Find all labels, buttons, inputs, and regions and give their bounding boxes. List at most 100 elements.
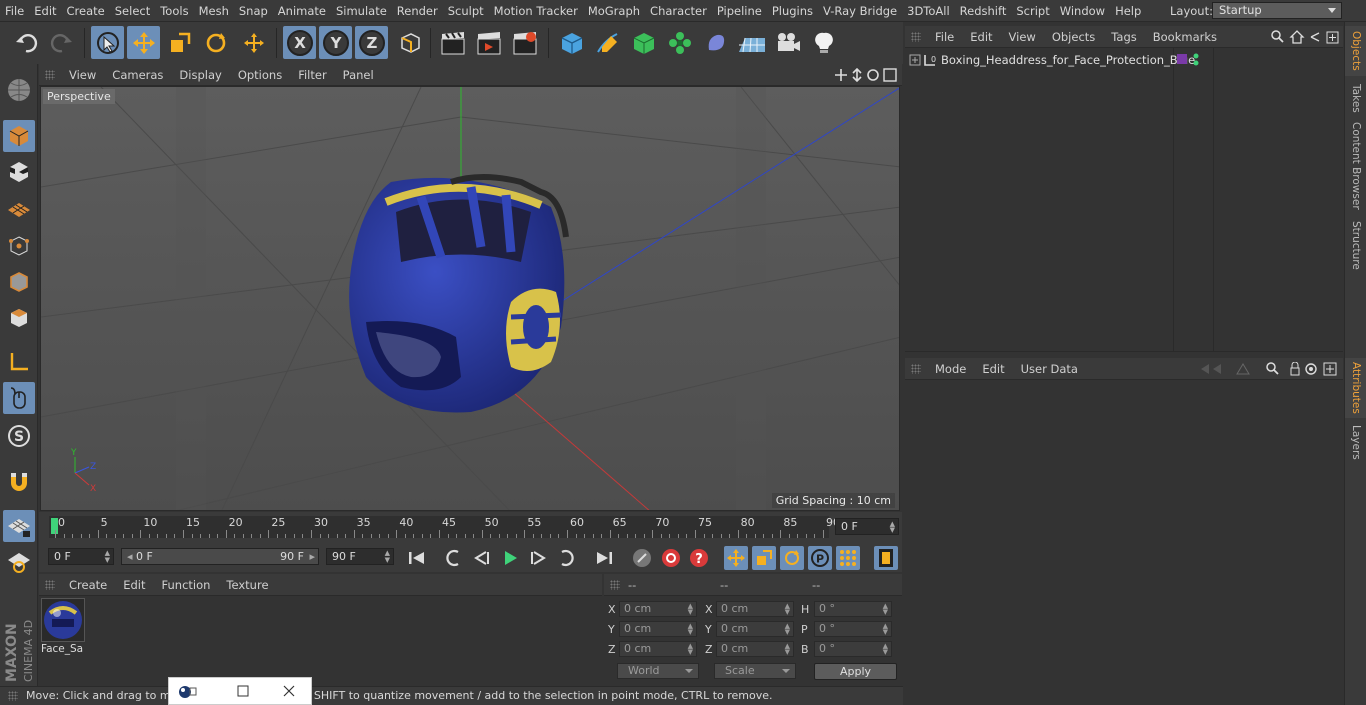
lock-z-axis-button[interactable]: Z [355,26,388,59]
viewport-menu-options[interactable]: Options [230,64,290,86]
redo-button[interactable] [44,26,77,59]
timeline-ruler[interactable]: 0 5 10 15 20 25 30 35 40 45 50 55 60 65 70 75 80 85 90 [49,516,840,538]
material-menu-function[interactable]: Function [154,574,219,596]
layout-select[interactable]: Startup [1212,2,1342,19]
texture-mode-button[interactable] [3,156,35,188]
key-scale-button[interactable] [752,546,776,570]
object-name[interactable]: Boxing_Headdress_for_Face_Protection_Blu… [941,53,1195,67]
render-to-picture-viewer-button[interactable] [472,26,505,59]
lock-x-axis-button[interactable]: X [283,26,316,59]
tab-structure[interactable]: Structure [1345,218,1366,272]
close-icon[interactable] [283,685,295,697]
panel-grip[interactable] [610,580,620,590]
menu-window[interactable]: Window [1055,0,1110,22]
object-menu-file[interactable]: File [927,26,962,48]
add-spline-pen-button[interactable] [591,26,624,59]
current-frame-field[interactable]: 0 F ▲ ▼ [835,518,899,535]
add-camera-button[interactable] [771,26,804,59]
coordinate-space-select[interactable]: World [617,663,699,679]
menu-vray-bridge[interactable]: V-Ray Bridge [818,0,902,22]
menu-help[interactable]: Help [1110,0,1146,22]
object-menu-objects[interactable]: Objects [1044,26,1103,48]
next-key-button[interactable] [554,546,578,570]
menu-animate[interactable]: Animate [273,0,331,22]
tweak-mode-button[interactable] [3,382,35,414]
visibility-dots-icon[interactable] [1191,52,1201,68]
attribute-menu-user-data[interactable]: User Data [1013,358,1086,380]
menu-redshift[interactable]: Redshift [955,0,1012,22]
go-to-end-button[interactable] [592,546,616,570]
lock-y-axis-button[interactable]: Y [319,26,352,59]
menu-mesh[interactable]: Mesh [194,0,234,22]
add-subdivision-button[interactable] [627,26,660,59]
key-point-level-button[interactable] [836,546,860,570]
rotate-tool-button[interactable] [199,26,232,59]
previous-frame-button[interactable] [470,546,494,570]
play-button[interactable] [498,546,522,570]
viewport-menu-cameras[interactable]: Cameras [104,64,171,86]
snapping-button[interactable] [3,466,35,498]
material-menu-create[interactable]: Create [61,574,115,596]
viewport-menu-panel[interactable]: Panel [335,64,382,86]
menu-file[interactable]: File [0,0,29,22]
viewport-nav-icons[interactable] [835,68,899,82]
timeline-window-button[interactable] [874,546,898,570]
scale-tool-button[interactable] [163,26,196,59]
menu-simulate[interactable]: Simulate [331,0,392,22]
object-manager-tools[interactable] [1271,30,1341,44]
apply-button[interactable]: Apply [814,663,897,680]
object-menu-edit[interactable]: Edit [962,26,1000,48]
viewport-camera-label[interactable]: Perspective [43,89,115,104]
3d-viewport[interactable]: Y Z X Perspective Grid Spacing : 10 cm [40,86,900,511]
layer-color-swatch[interactable] [1177,54,1187,64]
record-active-objects-button[interactable] [659,546,683,570]
workplane-snap-button[interactable] [3,510,35,542]
add-deformer-button[interactable] [699,26,732,59]
tab-attributes[interactable]: Attributes [1345,358,1366,418]
panel-grip[interactable] [45,69,55,80]
menu-3dtoall[interactable]: 3DToAll [902,0,955,22]
motion-record-button[interactable] [630,546,654,570]
next-frame-button[interactable] [526,546,550,570]
transform-tool-button[interactable] [237,26,270,59]
panel-grip[interactable] [911,363,921,374]
add-cloner-button[interactable] [663,26,696,59]
menu-snap[interactable]: Snap [234,0,273,22]
menu-create[interactable]: Create [62,0,110,22]
menu-plugins[interactable]: Plugins [767,0,818,22]
viewport-menu-view[interactable]: View [61,64,104,86]
rotation-h-field[interactable]: 0 ° ▲ ▼ [814,601,892,617]
previous-key-button[interactable] [442,546,466,570]
key-rotation-button[interactable] [780,546,804,570]
render-view-button[interactable] [436,26,469,59]
key-position-button[interactable] [724,546,748,570]
add-floor-button[interactable] [735,26,768,59]
maximize-icon[interactable] [237,685,249,697]
points-mode-button[interactable] [3,230,35,262]
position-z-field[interactable]: 0 cm ▲ ▼ [619,641,697,657]
rotation-b-field[interactable]: 0 ° ▲ ▼ [814,641,892,657]
menu-edit[interactable]: Edit [29,0,61,22]
menu-render[interactable]: Render [392,0,443,22]
live-selection-button[interactable] [91,26,124,59]
object-row[interactable]: 0 Boxing_Headdress_for_Face_Protection_B… [905,51,1343,69]
add-cube-button[interactable] [555,26,588,59]
render-settings-button[interactable] [508,26,541,59]
material-menu-texture[interactable]: Texture [218,574,276,596]
make-editable-button[interactable] [3,74,35,106]
object-menu-bookmarks[interactable]: Bookmarks [1145,26,1225,48]
edges-mode-button[interactable] [3,266,35,298]
menu-select[interactable]: Select [110,0,155,22]
object-menu-tags[interactable]: Tags [1103,26,1144,48]
autokeying-button[interactable]: ? [687,546,711,570]
workplane-mode-button[interactable] [3,192,35,224]
size-z-field[interactable]: 0 cm ▲ ▼ [716,641,794,657]
tab-objects[interactable]: Objects [1345,26,1366,76]
locked-workplane-button[interactable] [3,546,35,578]
viewport-menu-filter[interactable]: Filter [290,64,334,86]
position-x-field[interactable]: 0 cm ▲ ▼ [619,601,697,617]
key-parameter-button[interactable]: P [808,546,832,570]
undo-button[interactable] [10,26,43,59]
go-to-start-button[interactable] [405,546,429,570]
model-mode-button[interactable] [3,120,35,152]
